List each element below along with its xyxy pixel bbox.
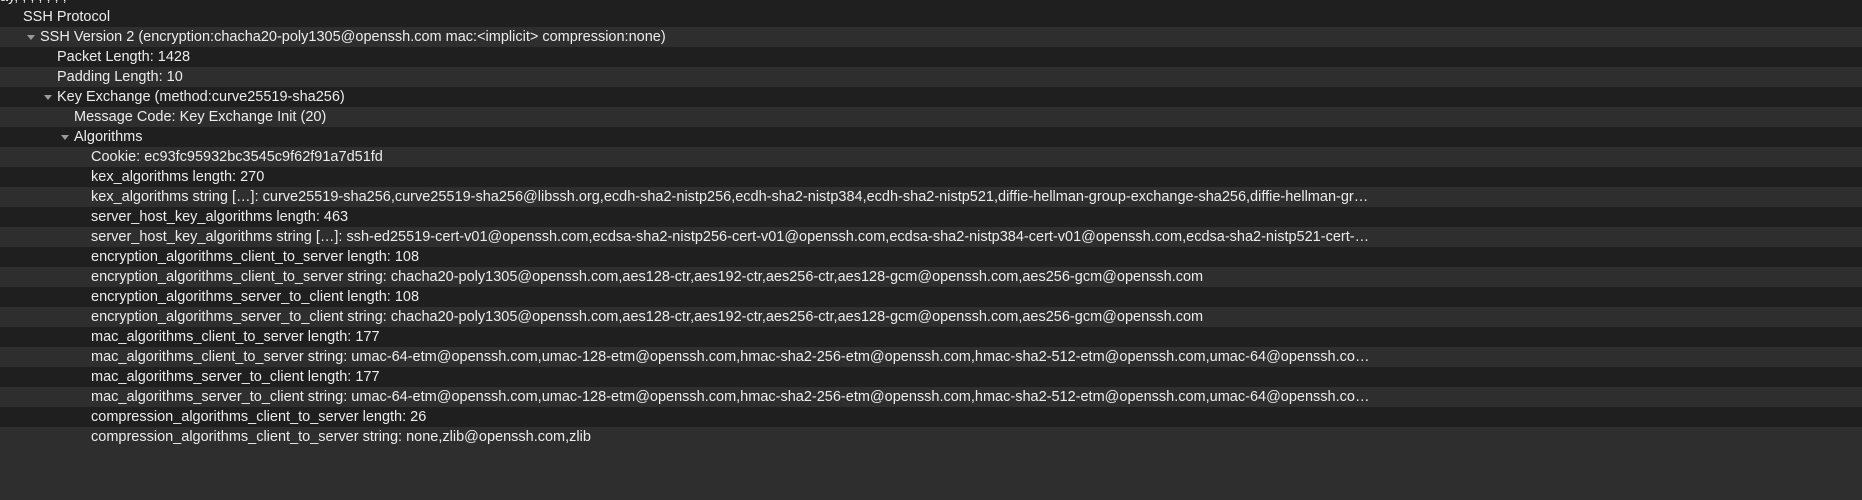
tree-row-label: Cookie: ec93fc95932bc3545c9f62f91a7d51fd (91, 149, 383, 165)
tree-row[interactable]: compression_algorithms_client_to_server … (0, 407, 1862, 427)
tree-row[interactable]: Algorithms (0, 127, 1862, 147)
tree-row[interactable]: Key Exchange (method:curve25519-sha256) (0, 87, 1862, 107)
tree-row[interactable]: kex_algorithms length: 270 (0, 167, 1862, 187)
tree-expander-placeholder (76, 327, 89, 347)
tree-row[interactable]: mac_algorithms_server_to_client string: … (0, 387, 1862, 407)
tree-row-label: Message Code: Key Exchange Init (20) (74, 109, 327, 125)
tree-row-label: server_host_key_algorithms length: 463 (91, 209, 349, 225)
tree-row[interactable]: Cookie: ec93fc95932bc3545c9f62f91a7d51fd (0, 147, 1862, 167)
tree-row-label: Key Exchange (method:curve25519-sha256) (57, 89, 345, 105)
tree-expander-placeholder (59, 107, 72, 127)
tree-row[interactable]: encryption_algorithms_server_to_client s… (0, 307, 1862, 327)
tree-row-label: SSH Version 2 (encryption:chacha20-poly1… (40, 29, 666, 45)
tree-row-label: encryption_algorithms_server_to_client l… (91, 289, 420, 305)
tree-expander-placeholder (76, 247, 89, 267)
tree-row-list: SSH Protocol SSH Version 2 (encryption:ch… (0, 7, 1862, 447)
tree-expander-triangle-down-icon[interactable] (42, 87, 55, 107)
tree-row-label: encryption_algorithms_client_to_server l… (91, 249, 420, 265)
tree-row[interactable]: SSH Protocol (0, 7, 1862, 27)
tree-row-label: SSH Protocol (23, 9, 111, 25)
tree-row-label: mac_algorithms_server_to_client length: … (91, 369, 380, 385)
tree-row[interactable]: encryption_algorithms_client_to_server s… (0, 267, 1862, 287)
tree-row[interactable]: encryption_algorithms_client_to_server l… (0, 247, 1862, 267)
tree-row-label: Packet Length: 1428 (57, 49, 191, 65)
tree-expander-placeholder (76, 387, 89, 407)
tree-row-label: compression_algorithms_client_to_server … (91, 429, 591, 445)
tree-row-label: mac_algorithms_server_to_client string: … (91, 389, 1370, 405)
tree-row-label: compression_algorithms_client_to_server … (91, 409, 427, 425)
tree-expander-placeholder (76, 167, 89, 187)
tree-row[interactable]: server_host_key_algorithms string […]: s… (0, 227, 1862, 247)
tree-row-label: Padding Length: 10 (57, 69, 183, 85)
tree-row-label: encryption_algorithms_server_to_client s… (91, 309, 1204, 325)
clipped-previous-row: ay, , , , , , , (0, 0, 1862, 7)
tree-row[interactable]: encryption_algorithms_server_to_client l… (0, 287, 1862, 307)
tree-expander-placeholder (76, 207, 89, 227)
tree-expander-placeholder (76, 347, 89, 367)
tree-expander-placeholder (76, 307, 89, 327)
tree-row[interactable]: server_host_key_algorithms length: 463 (0, 207, 1862, 227)
tree-row-label: kex_algorithms string […]: curve25519-sh… (91, 189, 1369, 205)
tree-row-label: mac_algorithms_client_to_server string: … (91, 349, 1370, 365)
tree-row-label: encryption_algorithms_client_to_server s… (91, 269, 1204, 285)
tree-row-label: server_host_key_algorithms string […]: s… (91, 229, 1370, 245)
tree-expander-placeholder (42, 67, 55, 87)
tree-row[interactable]: SSH Version 2 (encryption:chacha20-poly1… (0, 27, 1862, 47)
tree-expander-placeholder (8, 7, 21, 27)
tree-expander-placeholder (76, 407, 89, 427)
tree-row[interactable]: Message Code: Key Exchange Init (20) (0, 107, 1862, 127)
tree-expander-placeholder (76, 187, 89, 207)
tree-expander-placeholder (76, 267, 89, 287)
clipped-previous-row-text: ay, , , , , , , (0, 0, 67, 7)
tree-expander-placeholder (76, 367, 89, 387)
tree-row[interactable]: compression_algorithms_client_to_server … (0, 427, 1862, 447)
tree-expander-triangle-down-icon[interactable] (59, 127, 72, 147)
tree-row-label: kex_algorithms length: 270 (91, 169, 265, 185)
tree-row[interactable]: mac_algorithms_client_to_server length: … (0, 327, 1862, 347)
tree-row[interactable]: mac_algorithms_server_to_client length: … (0, 367, 1862, 387)
tree-row[interactable]: Padding Length: 10 (0, 67, 1862, 87)
tree-expander-placeholder (76, 287, 89, 307)
tree-row[interactable]: Packet Length: 1428 (0, 47, 1862, 67)
tree-expander-placeholder (42, 47, 55, 67)
tree-row[interactable]: mac_algorithms_client_to_server string: … (0, 347, 1862, 367)
tree-row[interactable]: kex_algorithms string […]: curve25519-sh… (0, 187, 1862, 207)
packet-details-pane[interactable]: ay, , , , , , , SSH Protocol SSH Version … (0, 0, 1862, 500)
tree-expander-placeholder (76, 147, 89, 167)
tree-expander-placeholder (76, 227, 89, 247)
tree-expander-triangle-down-icon[interactable] (25, 27, 38, 47)
tree-expander-placeholder (76, 427, 89, 447)
tree-row-label: Algorithms (74, 129, 143, 145)
tree-row-label: mac_algorithms_client_to_server length: … (91, 329, 380, 345)
